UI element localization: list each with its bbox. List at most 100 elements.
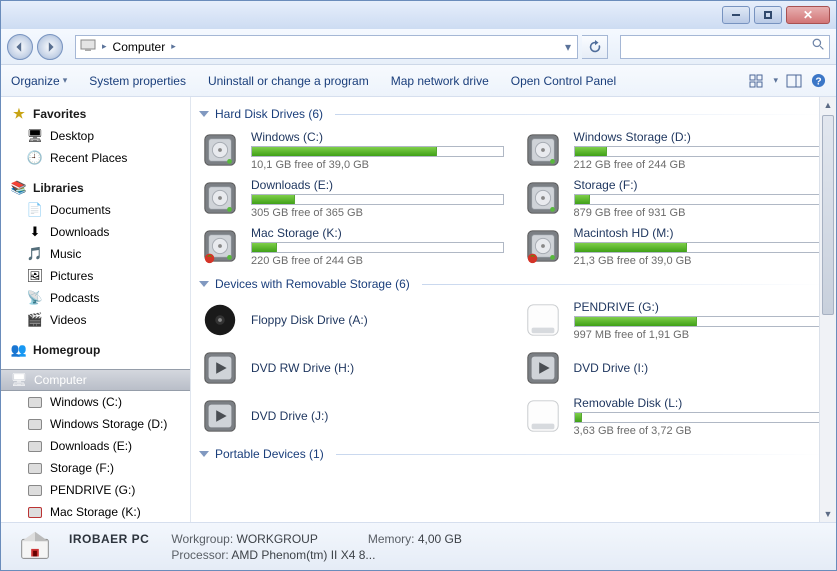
drive-name: Removable Disk (L:): [574, 396, 827, 410]
drive-icon: [27, 394, 43, 410]
drive-name: DVD RW Drive (H:): [251, 361, 504, 375]
dvd-icon: [522, 347, 564, 389]
sidebar-item-music[interactable]: 🎵Music: [1, 243, 190, 265]
libraries-header[interactable]: 📚 Libraries: [1, 177, 190, 199]
drive-name: DVD Drive (I:): [574, 361, 827, 375]
organize-button[interactable]: Organize▾: [11, 74, 67, 88]
capacity-bar: [574, 146, 827, 157]
vertical-scrollbar[interactable]: ▲ ▼: [819, 97, 836, 522]
capacity-bar: [251, 194, 504, 205]
drive-item[interactable]: Macintosh HD (M:) 21,3 GB free of 39,0 G…: [522, 223, 827, 269]
pictures-icon: 🖼: [27, 268, 43, 284]
search-input[interactable]: [625, 40, 812, 54]
help-button[interactable]: ?: [810, 73, 826, 89]
search-box[interactable]: [620, 35, 830, 59]
sidebar-item-computer[interactable]: 🖥 Computer: [1, 369, 190, 391]
music-icon: 🎵: [27, 246, 43, 262]
hdd-section-header[interactable]: Hard Disk Drives (6): [199, 107, 826, 121]
collapse-icon[interactable]: [199, 281, 209, 287]
portable-section-header[interactable]: Portable Devices (1): [199, 447, 826, 461]
view-options-button[interactable]: [749, 73, 765, 89]
drive-icon: [27, 460, 43, 476]
favorites-group: ★ Favorites 🖥Desktop 🕘Recent Places: [1, 103, 190, 169]
control-panel-button[interactable]: Open Control Panel: [511, 74, 616, 88]
address-bar[interactable]: ▸ Computer ▸ ▾: [75, 35, 578, 59]
drive-name: Macintosh HD (M:): [574, 226, 827, 240]
scroll-thumb[interactable]: [822, 115, 834, 315]
drive-free-text: 21,3 GB free of 39,0 GB: [574, 255, 827, 267]
drive-item[interactable]: DVD Drive (I:): [522, 345, 827, 391]
hdd-grid: Windows (C:) 10,1 GB free of 39,0 GB Win…: [199, 127, 826, 269]
sidebar-drive[interactable]: PENDRIVE (G:): [1, 479, 190, 501]
drive-item[interactable]: Windows (C:) 10,1 GB free of 39,0 GB: [199, 127, 504, 173]
computer-icon: [80, 37, 96, 56]
explorer-window: ✕ ▸ Computer ▸ ▾ Orga: [0, 0, 837, 571]
hdd-icon: [199, 225, 241, 267]
documents-icon: 📄: [27, 202, 43, 218]
computer-group: 🖥 Computer Windows (C:) Windows Storage …: [1, 369, 190, 522]
videos-icon: 🎬: [27, 312, 43, 328]
breadcrumb-sep-icon: ▸: [171, 41, 176, 52]
drive-item[interactable]: Mac Storage (K:) 220 GB free of 244 GB: [199, 223, 504, 269]
forward-button[interactable]: [37, 34, 63, 60]
drive-item[interactable]: Storage (F:) 879 GB free of 931 GB: [522, 175, 827, 221]
svg-text:?: ?: [815, 76, 821, 87]
maximize-button[interactable]: [754, 6, 782, 24]
sidebar-item-recent[interactable]: 🕘Recent Places: [1, 147, 190, 169]
collapse-icon[interactable]: [199, 451, 209, 457]
uninstall-program-button[interactable]: Uninstall or change a program: [208, 74, 369, 88]
address-dropdown-icon[interactable]: ▾: [559, 40, 577, 54]
minimize-button[interactable]: [722, 6, 750, 24]
sidebar-item-podcasts[interactable]: 📡Podcasts: [1, 287, 190, 309]
drive-free-text: 879 GB free of 931 GB: [574, 207, 827, 219]
drive-item[interactable]: PENDRIVE (G:)997 MB free of 1,91 GB: [522, 297, 827, 343]
sidebar-drive[interactable]: Windows Storage (D:): [1, 413, 190, 435]
capacity-bar: [251, 146, 504, 157]
preview-pane-button[interactable]: [786, 73, 802, 89]
drive-name: Windows (C:): [251, 130, 504, 144]
drive-name: Downloads (E:): [251, 178, 504, 192]
sidebar-drive[interactable]: Mac Storage (K:): [1, 501, 190, 522]
map-drive-button[interactable]: Map network drive: [391, 74, 489, 88]
close-button[interactable]: ✕: [786, 6, 830, 24]
computer-name: IROBAER PC: [69, 532, 149, 546]
drive-name: Storage (F:): [574, 178, 827, 192]
sidebar-item-pictures[interactable]: 🖼Pictures: [1, 265, 190, 287]
back-button[interactable]: [7, 34, 33, 60]
scroll-down-icon[interactable]: ▼: [822, 506, 834, 522]
hdd-icon: [522, 225, 564, 267]
desktop-icon: 🖥: [27, 128, 43, 144]
system-properties-button[interactable]: System properties: [89, 74, 186, 88]
drive-item[interactable]: DVD Drive (J:): [199, 393, 504, 439]
drive-item[interactable]: Removable Disk (L:) 3,63 GB free of 3,72 …: [522, 393, 827, 439]
sidebar-drive[interactable]: Storage (F:): [1, 457, 190, 479]
favorites-header[interactable]: ★ Favorites: [1, 103, 190, 125]
sidebar-item-videos[interactable]: 🎬Videos: [1, 309, 190, 331]
capacity-bar: [574, 194, 827, 205]
homegroup-header[interactable]: 👥 Homegroup: [1, 339, 190, 361]
sidebar-item-downloads[interactable]: ⬇Downloads: [1, 221, 190, 243]
view-dropdown-icon[interactable]: ▾: [773, 75, 778, 86]
drive-name: DVD Drive (J:): [251, 409, 504, 423]
search-icon: [812, 38, 825, 56]
sidebar-drive[interactable]: Windows (C:): [1, 391, 190, 413]
drive-free-text: 305 GB free of 365 GB: [251, 207, 504, 219]
drive-item[interactable]: Windows Storage (D:) 212 GB free of 244 …: [522, 127, 827, 173]
usb-icon: [522, 299, 564, 341]
sidebar-drive[interactable]: Downloads (E:): [1, 435, 190, 457]
capacity-bar: [251, 242, 504, 253]
body: ★ Favorites 🖥Desktop 🕘Recent Places 📚 Li…: [1, 97, 836, 522]
removable-section-header[interactable]: Devices with Removable Storage (6): [199, 277, 826, 291]
drive-item[interactable]: Floppy Disk Drive (A:): [199, 297, 504, 343]
scroll-up-icon[interactable]: ▲: [822, 97, 834, 113]
drive-free-text: 10,1 GB free of 39,0 GB: [251, 159, 504, 171]
collapse-icon[interactable]: [199, 111, 209, 117]
drive-free-text: 3,63 GB free of 3,72 GB: [574, 425, 827, 437]
sidebar-item-documents[interactable]: 📄Documents: [1, 199, 190, 221]
podcasts-icon: 📡: [27, 290, 43, 306]
drive-icon: [27, 438, 43, 454]
refresh-button[interactable]: [582, 35, 608, 59]
sidebar-item-desktop[interactable]: 🖥Desktop: [1, 125, 190, 147]
drive-item[interactable]: Downloads (E:) 305 GB free of 365 GB: [199, 175, 504, 221]
drive-item[interactable]: DVD RW Drive (H:): [199, 345, 504, 391]
